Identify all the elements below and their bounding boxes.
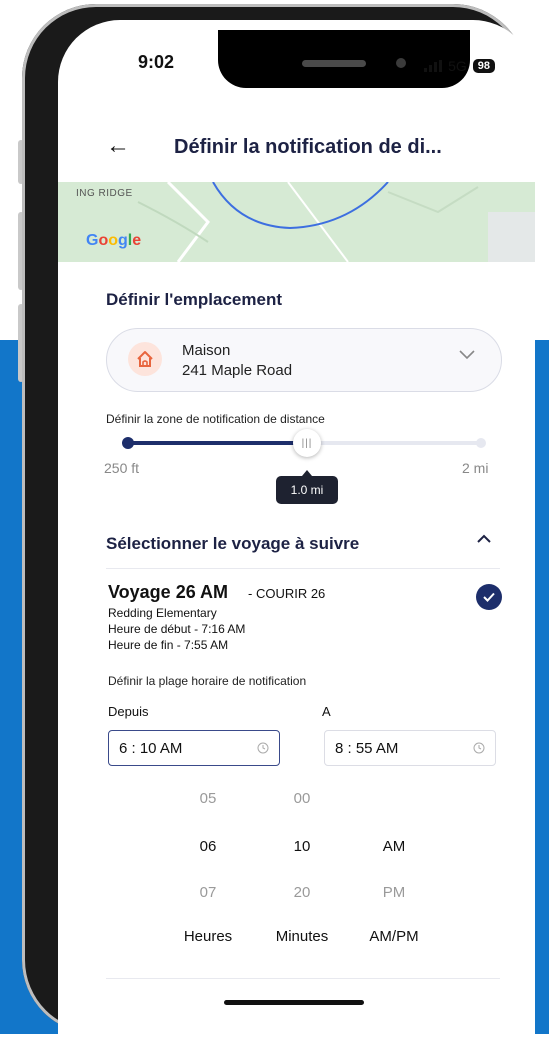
divider	[106, 978, 500, 979]
picker-hours-header: Heures	[183, 928, 233, 945]
status-time: 9:02	[138, 52, 175, 72]
signal-icon	[424, 60, 443, 72]
front-camera	[396, 58, 406, 68]
slider-max-label: 2 mi	[462, 460, 489, 476]
slider-end-dot	[476, 438, 486, 448]
picker-am[interactable]: AM	[364, 838, 424, 855]
picker-minute-next[interactable]: 20	[272, 884, 332, 901]
status-indicators: 5G 98	[424, 58, 495, 74]
network-label: 5G	[448, 58, 467, 74]
clock-icon	[473, 742, 485, 754]
chevron-up-icon[interactable]	[476, 532, 492, 550]
divider	[106, 568, 500, 569]
picker-hour-prev[interactable]: 05	[178, 790, 238, 807]
time-range-title: Définir la plage horaire de notification	[108, 674, 307, 688]
location-name: Maison	[182, 342, 231, 359]
slider-value-tooltip: 1.0 mi	[276, 470, 338, 504]
distance-slider-handle[interactable]: |||	[293, 429, 321, 457]
from-time-input[interactable]: 6 : 10 AM	[108, 730, 280, 766]
picker-hour-selected[interactable]: 06	[178, 838, 238, 855]
picker-hour-next[interactable]: 07	[178, 884, 238, 901]
page-title: Définir la notification de di...	[174, 136, 442, 158]
check-icon[interactable]	[476, 584, 502, 610]
to-label: A	[322, 704, 331, 719]
picker-pm[interactable]: PM	[364, 884, 424, 901]
to-time-value: 8 : 55 AM	[335, 739, 399, 757]
slider-min-label: 250 ft	[104, 460, 140, 476]
location-section-title: Définir l'emplacement	[106, 290, 282, 309]
home-indicator[interactable]	[224, 1000, 364, 1005]
from-time-value: 6 : 10 AM	[119, 739, 183, 757]
trip-name: Voyage 26 AM	[108, 582, 229, 602]
trip-route: - COURIR 26	[248, 586, 326, 601]
picker-minute-prev[interactable]: 00	[272, 790, 332, 807]
location-address: 241 Maple Road	[182, 362, 293, 379]
from-label: Depuis	[108, 704, 149, 719]
distance-slider-fill	[128, 441, 307, 445]
trip-school: Redding Elementary	[108, 606, 217, 620]
phone-screen: 9:02 5G 98 ← Définir la notification de …	[58, 20, 535, 1038]
trip-section-title: Sélectionner le voyage à suivre	[106, 534, 360, 553]
trip-start-time: Heure de début - 7:16 AM	[108, 622, 246, 636]
picker-minutes-header: Minutes	[275, 928, 329, 945]
speaker	[302, 60, 366, 67]
back-arrow-icon[interactable]: ←	[106, 132, 130, 160]
slider-start-dot	[122, 437, 134, 449]
battery-icon: 98	[472, 59, 495, 73]
distance-slider-title: Définir la zone de notification de dista…	[106, 412, 325, 426]
chevron-down-icon[interactable]	[458, 348, 476, 366]
google-logo: Google	[86, 232, 142, 249]
home-icon	[128, 342, 162, 376]
map-label: ING RIDGE	[76, 188, 133, 199]
to-time-input[interactable]: 8 : 55 AM	[324, 730, 496, 766]
phone-frame: 9:02 5G 98 ← Définir la notification de …	[22, 4, 535, 1038]
picker-ampm-header: AM/PM	[369, 928, 419, 945]
picker-minute-selected[interactable]: 10	[272, 838, 332, 855]
location-select[interactable]	[106, 328, 502, 392]
clock-icon	[257, 742, 269, 754]
trip-end-time: Heure de fin - 7:55 AM	[108, 638, 229, 652]
